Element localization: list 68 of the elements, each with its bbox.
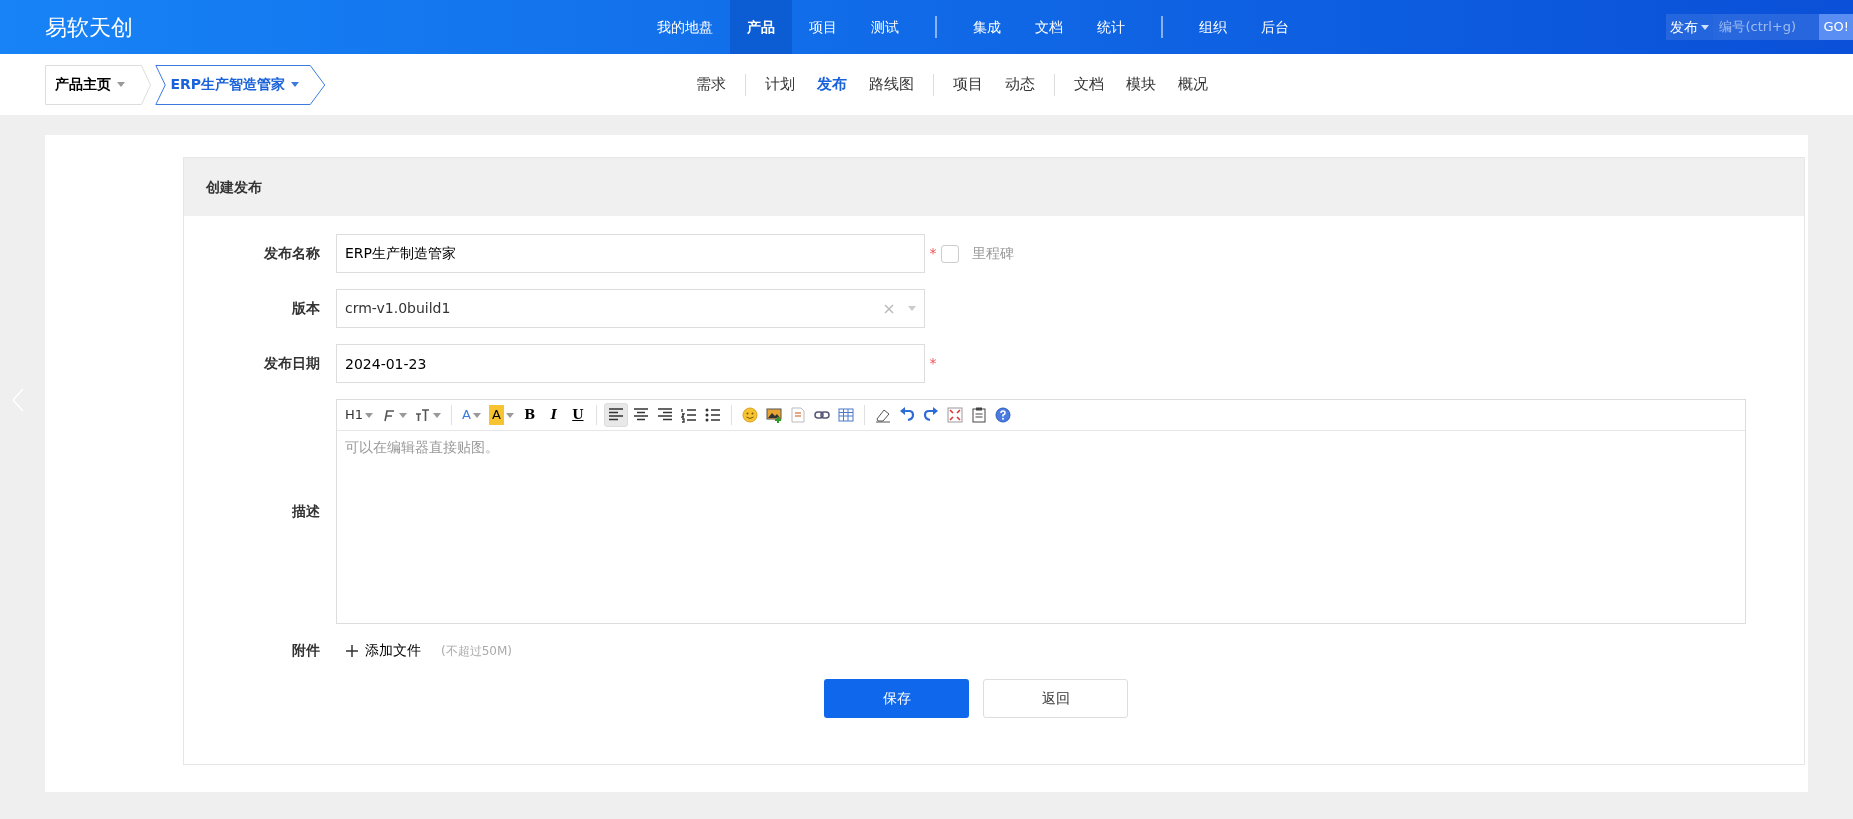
nav-tab[interactable]: 模块 xyxy=(1115,73,1167,96)
save-button[interactable]: 保存 xyxy=(824,679,969,718)
nav-tab[interactable]: 项目 xyxy=(942,73,994,96)
text-field[interactable]: 2024-01-23 xyxy=(336,344,925,383)
nav-tab[interactable]: 发布 xyxy=(806,73,858,96)
align-center-icon xyxy=(632,407,649,423)
clear-icon xyxy=(884,303,894,314)
italic-button[interactable]: I xyxy=(542,403,565,427)
heading-button[interactable]: H1 xyxy=(342,403,377,427)
nav-tab[interactable]: 组织 xyxy=(1182,0,1244,54)
caret-icon xyxy=(1701,24,1710,30)
checkbox[interactable] xyxy=(941,244,959,263)
checkbox-label: 里程碑 xyxy=(972,244,1014,263)
breadcrumb-item[interactable]: 产品主页 xyxy=(45,64,151,105)
nav-tab[interactable]: 计划 xyxy=(754,73,806,96)
field-label: 发布名称 xyxy=(263,244,321,263)
nav-tab[interactable]: 测试 xyxy=(854,0,916,54)
hint-text: (不超过50M) xyxy=(441,642,512,660)
fullscreen-icon xyxy=(946,407,963,423)
help-icon xyxy=(994,407,1011,423)
align-left-button[interactable] xyxy=(603,403,628,427)
table-icon xyxy=(837,407,854,423)
nav-tab[interactable]: 集成 xyxy=(956,0,1018,54)
nav-tab[interactable]: 产品 xyxy=(730,0,792,54)
redo-icon xyxy=(922,407,939,423)
paste-icon xyxy=(970,407,987,423)
bold-button[interactable]: B xyxy=(518,403,541,427)
plus-icon xyxy=(346,644,358,657)
underline-button[interactable]: U xyxy=(566,403,589,427)
image-icon xyxy=(765,407,782,423)
caret-icon xyxy=(908,306,916,311)
field-label: 附件 xyxy=(291,641,321,660)
field-label: 发布日期 xyxy=(263,354,321,373)
forecolor-button[interactable]: A xyxy=(459,403,484,427)
undo-icon xyxy=(898,407,915,423)
fontsize-icon xyxy=(415,407,432,423)
add-file-link[interactable]: 添加文件 xyxy=(340,639,427,662)
nav-tab[interactable]: 我的地盘 xyxy=(640,0,730,54)
required-mark: * xyxy=(928,354,938,373)
ordered-list-icon xyxy=(680,407,697,423)
align-left-icon xyxy=(607,407,624,423)
nav-tab[interactable]: 动态 xyxy=(994,73,1046,96)
text-field[interactable]: ERP生产制造管家 xyxy=(336,234,925,273)
nav-tab[interactable]: 文档 xyxy=(1063,73,1115,96)
nav-tab[interactable]: 项目 xyxy=(792,0,854,54)
required-mark: * xyxy=(928,244,938,263)
nav-tab[interactable]: 需求 xyxy=(685,73,737,96)
nav-tab[interactable]: 文档 xyxy=(1018,0,1080,54)
caret-icon xyxy=(291,82,300,87)
code-icon xyxy=(789,407,806,423)
breadcrumb-item[interactable]: ERP生产智造管家 xyxy=(154,64,326,105)
back-button[interactable]: 返回 xyxy=(983,679,1128,718)
field-label: 描述 xyxy=(291,502,321,521)
field-label: 版本 xyxy=(291,299,321,318)
align-right-icon xyxy=(656,407,673,423)
unordered-list-icon xyxy=(704,407,721,423)
backcolor-button[interactable]: A xyxy=(485,403,517,427)
emoji-icon xyxy=(741,407,758,423)
caret-icon xyxy=(117,82,125,87)
search-type-dropdown[interactable]: 发布 xyxy=(1665,14,1714,40)
nav-tab[interactable]: 路线图 xyxy=(858,73,925,96)
select-field[interactable]: crm-v1.0build1 xyxy=(336,289,925,328)
app-logo: 易软天创 xyxy=(44,13,134,42)
eraser-icon xyxy=(874,407,891,423)
form-title: 创建发布 xyxy=(206,177,262,197)
nav-tab[interactable]: 后台 xyxy=(1244,0,1306,54)
nav-tab[interactable]: 统计 xyxy=(1080,0,1142,54)
nav-tab[interactable]: 概况 xyxy=(1167,73,1219,96)
